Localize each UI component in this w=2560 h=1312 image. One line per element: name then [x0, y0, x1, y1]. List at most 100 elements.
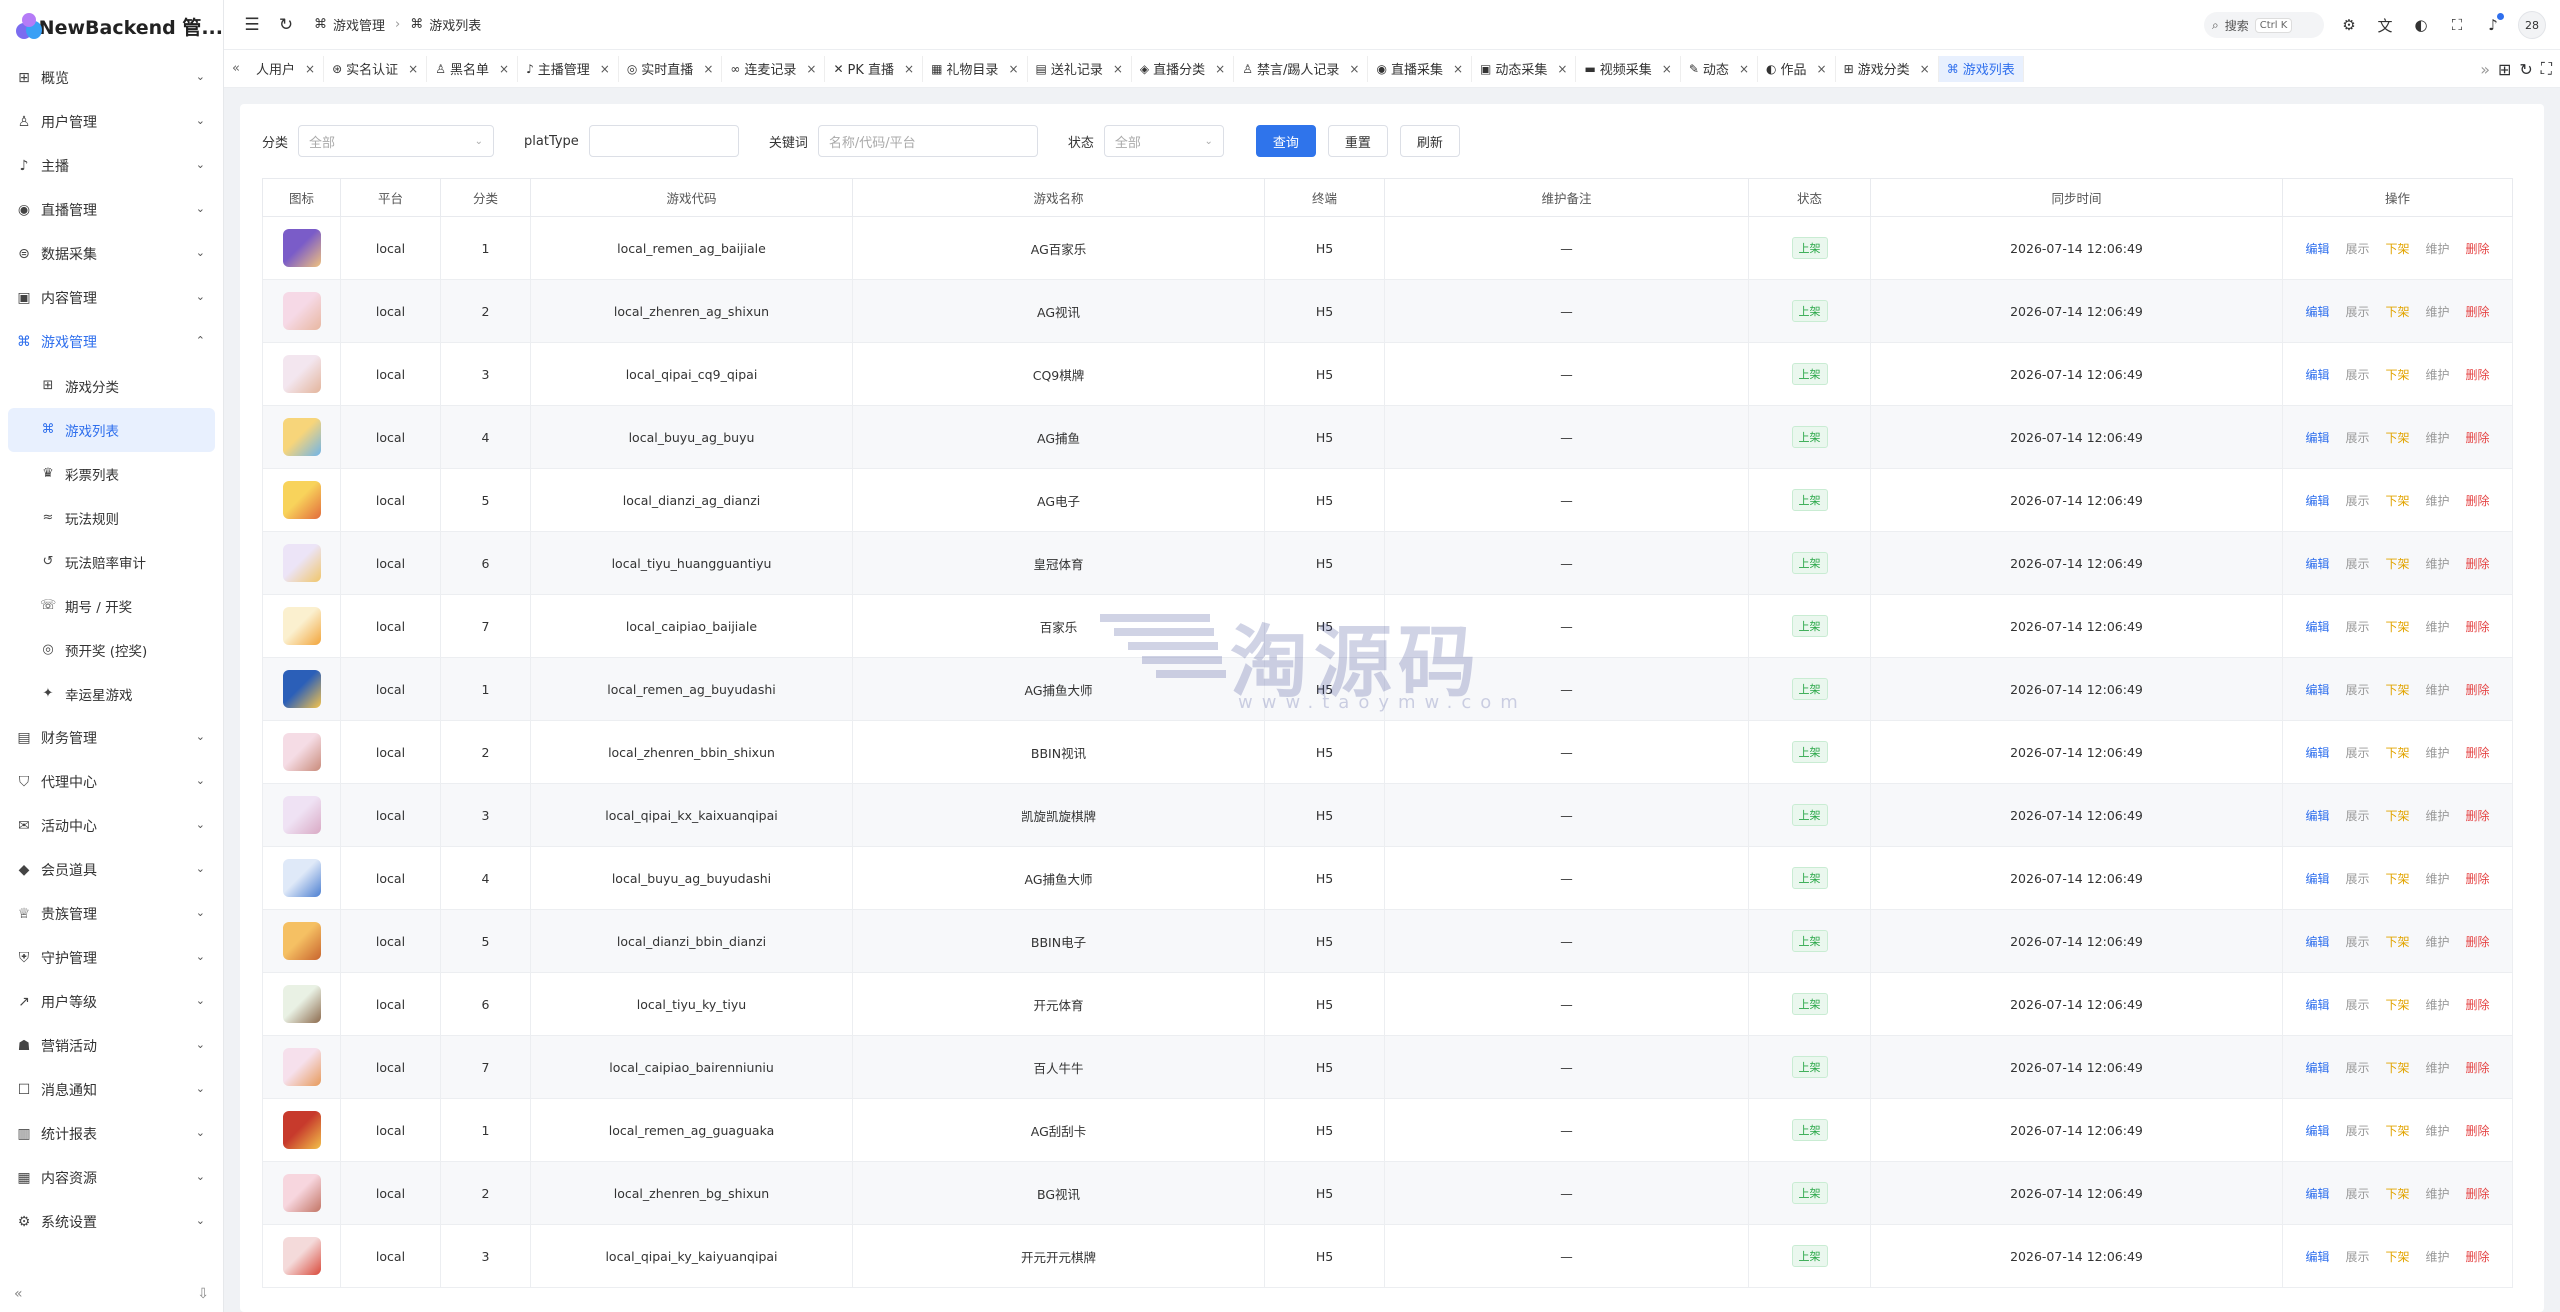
maintain-button[interactable]: 维护 — [2426, 807, 2450, 824]
show-button[interactable]: 展示 — [2345, 366, 2369, 383]
tab-item[interactable]: ∞ 连麦记录 × — [722, 55, 826, 82]
maintain-button[interactable]: 维护 — [2426, 1122, 2450, 1139]
show-button[interactable]: 展示 — [2345, 429, 2369, 446]
close-icon[interactable]: × — [703, 62, 713, 76]
delete-button[interactable]: 删除 — [2466, 870, 2490, 887]
delete-button[interactable]: 删除 — [2466, 933, 2490, 950]
keyword-input[interactable]: 名称/代码/平台 — [817, 125, 1038, 157]
show-button[interactable]: 展示 — [2345, 618, 2369, 635]
delete-button[interactable]: 删除 — [2466, 1185, 2490, 1202]
delete-button[interactable]: 删除 — [2466, 366, 2490, 383]
edit-button[interactable]: 编辑 — [2305, 870, 2329, 887]
sidebar-item[interactable]: ♕ 贵族管理 ⌄ — [0, 892, 223, 936]
sidebar-subitem[interactable]: ♛ 彩票列表 — [0, 452, 223, 496]
sidebar-subitem[interactable]: ✦ 幸运星游戏 — [0, 672, 223, 716]
plattype-input[interactable] — [588, 125, 739, 157]
delete-button[interactable]: 删除 — [2466, 555, 2490, 572]
edit-button[interactable]: 编辑 — [2305, 366, 2329, 383]
close-icon[interactable]: × — [499, 62, 509, 76]
sidebar-subitem[interactable]: ≈ 玩法规则 — [0, 496, 223, 540]
offline-button[interactable]: 下架 — [2385, 555, 2409, 572]
sidebar-item[interactable]: ⛨ 守护管理 ⌄ — [0, 936, 223, 980]
edit-button[interactable]: 编辑 — [2305, 555, 2329, 572]
edit-button[interactable]: 编辑 — [2305, 996, 2329, 1013]
sidebar-item[interactable]: ⊜ 数据采集 ⌄ — [0, 232, 223, 276]
close-icon[interactable]: × — [1453, 62, 1463, 76]
show-button[interactable]: 展示 — [2345, 1185, 2369, 1202]
tab-item[interactable]: ⌘ 游戏列表 — [1938, 55, 2024, 82]
close-icon[interactable]: × — [1739, 62, 1749, 76]
tab-item[interactable]: ◐ 作品 × — [1758, 55, 1836, 82]
status-select[interactable]: 全部 ⌄ — [1103, 125, 1224, 157]
maintain-button[interactable]: 维护 — [2426, 681, 2450, 698]
show-button[interactable]: 展示 — [2345, 1059, 2369, 1076]
reset-button[interactable]: 重置 — [1327, 125, 1388, 157]
maintain-button[interactable]: 维护 — [2426, 933, 2450, 950]
query-button[interactable]: 查询 — [1255, 125, 1316, 157]
maintain-button[interactable]: 维护 — [2426, 1248, 2450, 1265]
delete-button[interactable]: 删除 — [2466, 429, 2490, 446]
tab-refresh-icon[interactable]: ↻ — [2519, 60, 2532, 79]
tab-scroll-left-icon[interactable]: « — [224, 61, 248, 76]
offline-button[interactable]: 下架 — [2385, 240, 2409, 257]
tab-item[interactable]: ▬ 视频采集 × — [1576, 55, 1681, 82]
sidebar-subitem[interactable]: ⊞ 游戏分类 — [0, 364, 223, 408]
pin-icon[interactable]: ⇩ — [197, 1286, 209, 1302]
sidebar-item[interactable]: ▤ 财务管理 ⌄ — [0, 716, 223, 760]
delete-button[interactable]: 删除 — [2466, 807, 2490, 824]
maintain-button[interactable]: 维护 — [2426, 996, 2450, 1013]
offline-button[interactable]: 下架 — [2385, 303, 2409, 320]
offline-button[interactable]: 下架 — [2385, 429, 2409, 446]
sidebar-item[interactable]: ♪ 主播 ⌄ — [0, 144, 223, 188]
tab-item[interactable]: ▣ 动态采集 × — [1472, 55, 1577, 82]
offline-button[interactable]: 下架 — [2385, 1059, 2409, 1076]
maintain-button[interactable]: 维护 — [2426, 366, 2450, 383]
tab-item[interactable]: ✕ PK 直播 × — [825, 55, 924, 82]
delete-button[interactable]: 删除 — [2466, 681, 2490, 698]
show-button[interactable]: 展示 — [2345, 1248, 2369, 1265]
offline-button[interactable]: 下架 — [2385, 366, 2409, 383]
menu-toggle-icon[interactable]: ☰ — [238, 11, 266, 39]
edit-button[interactable]: 编辑 — [2305, 1185, 2329, 1202]
show-button[interactable]: 展示 — [2345, 492, 2369, 509]
sidebar-item[interactable]: ☗ 营销活动 ⌄ — [0, 1024, 223, 1068]
theme-icon[interactable]: ◐ — [2410, 16, 2432, 34]
collapse-sidebar-icon[interactable]: « — [14, 1286, 23, 1302]
delete-button[interactable]: 删除 — [2466, 303, 2490, 320]
delete-button[interactable]: 删除 — [2466, 1122, 2490, 1139]
delete-button[interactable]: 删除 — [2466, 618, 2490, 635]
delete-button[interactable]: 删除 — [2466, 492, 2490, 509]
sidebar-item[interactable]: ☐ 消息通知 ⌄ — [0, 1068, 223, 1112]
offline-button[interactable]: 下架 — [2385, 1248, 2409, 1265]
close-icon[interactable]: × — [1113, 62, 1123, 76]
tab-item[interactable]: ▤ 送礼记录 × — [1028, 55, 1132, 82]
edit-button[interactable]: 编辑 — [2305, 303, 2329, 320]
edit-button[interactable]: 编辑 — [2305, 492, 2329, 509]
edit-button[interactable]: 编辑 — [2305, 933, 2329, 950]
show-button[interactable]: 展示 — [2345, 744, 2369, 761]
show-button[interactable]: 展示 — [2345, 240, 2369, 257]
edit-button[interactable]: 编辑 — [2305, 807, 2329, 824]
offline-button[interactable]: 下架 — [2385, 996, 2409, 1013]
edit-button[interactable]: 编辑 — [2305, 240, 2329, 257]
sidebar-item[interactable]: ♙ 用户管理 ⌄ — [0, 100, 223, 144]
category-select[interactable]: 全部 ⌄ — [298, 125, 495, 157]
notification-bell-icon[interactable]: ♪ — [2482, 13, 2504, 34]
sidebar-subitem[interactable]: ↺ 玩法赔率审计 — [0, 540, 223, 584]
tab-fullscreen-icon[interactable]: ⛶ — [2541, 59, 2552, 79]
sidebar-item[interactable]: ✉ 活动中心 ⌄ — [0, 804, 223, 848]
show-button[interactable]: 展示 — [2345, 870, 2369, 887]
offline-button[interactable]: 下架 — [2385, 492, 2409, 509]
edit-button[interactable]: 编辑 — [2305, 1059, 2329, 1076]
show-button[interactable]: 展示 — [2345, 1122, 2369, 1139]
tab-item[interactable]: 人用户 × — [248, 55, 325, 82]
tab-item[interactable]: ♪ 主播管理 × — [518, 55, 619, 82]
tab-scroll-right-icon[interactable]: » — [2480, 60, 2490, 79]
close-icon[interactable]: × — [1557, 62, 1567, 76]
edit-button[interactable]: 编辑 — [2305, 681, 2329, 698]
offline-button[interactable]: 下架 — [2385, 618, 2409, 635]
sidebar-item[interactable]: ▥ 统计报表 ⌄ — [0, 1112, 223, 1156]
close-icon[interactable]: × — [1349, 62, 1359, 76]
offline-button[interactable]: 下架 — [2385, 1185, 2409, 1202]
maintain-button[interactable]: 维护 — [2426, 240, 2450, 257]
